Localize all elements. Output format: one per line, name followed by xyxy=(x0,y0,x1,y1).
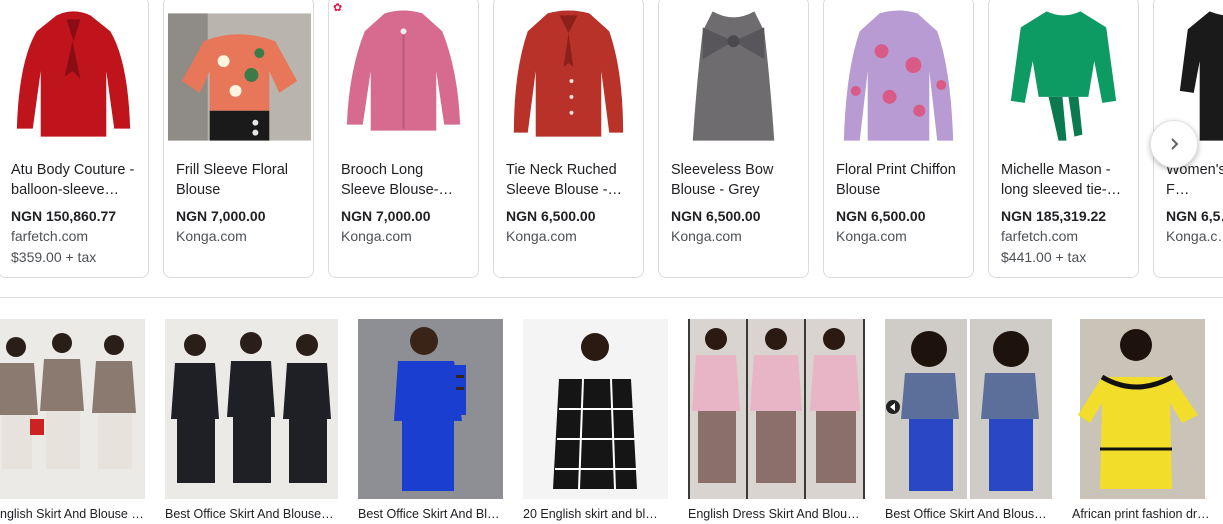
image-caption[interactable]: nglish Skirt And Blouse St… xyxy=(0,507,145,521)
product-title[interactable]: Michelle Mason - long sleeved tie-… xyxy=(1001,160,1128,200)
product-price: NGN 6,500.00 xyxy=(506,208,596,224)
product-card[interactable]: Floral Print Chiffon Blouse NGN 6,500.00… xyxy=(823,0,974,278)
heart-icon: ✿ xyxy=(333,2,343,14)
product-price: NGN 7,000.00 xyxy=(341,208,431,224)
product-image[interactable] xyxy=(494,1,643,151)
image-caption[interactable]: 20 English skirt and bl… xyxy=(523,507,668,521)
product-title[interactable]: Brooch Long Sleeve Blouse- Pink xyxy=(341,160,468,200)
product-image[interactable] xyxy=(0,1,148,151)
shopping-carousel: Atu Body Couture - balloon-sleeve… NGN 1… xyxy=(0,0,1223,280)
product-card[interactable]: Tie Neck Ruched Sleeve Blouse -… NGN 6,5… xyxy=(493,0,644,278)
product-seller: farfetch.com xyxy=(1001,228,1079,244)
product-title[interactable]: Frill Sleeve Floral Blouse xyxy=(176,160,303,200)
image-caption[interactable]: African print fashion dr… xyxy=(1072,507,1223,521)
product-card[interactable]: Michelle Mason - long sleeved tie-… NGN … xyxy=(988,0,1139,278)
product-image[interactable] xyxy=(329,1,478,151)
product-card[interactable]: Atu Body Couture - balloon-sleeve… NGN 1… xyxy=(0,0,149,278)
product-price-note: $441.00 + tax xyxy=(1001,249,1087,265)
product-seller: Konga.com xyxy=(836,228,907,244)
section-divider xyxy=(0,297,1223,298)
product-seller: Konga.com xyxy=(341,228,412,244)
image-caption[interactable]: Best Office Skirt And Blouse… xyxy=(165,507,338,521)
product-card[interactable]: ✿ Brooch Long Sleeve Blouse- Pink NGN 7,… xyxy=(328,0,479,278)
image-caption[interactable]: Best Office Skirt And Bl… xyxy=(358,507,503,521)
product-title[interactable]: Floral Print Chiffon Blouse xyxy=(836,160,963,200)
product-price: NGN 6,500.00 xyxy=(671,208,761,224)
product-seller: Konga.com xyxy=(506,228,577,244)
product-image[interactable] xyxy=(824,1,973,151)
product-seller: farfetch.com xyxy=(11,228,89,244)
product-price: NGN 6,500.00 xyxy=(836,208,926,224)
chevron-right-icon xyxy=(1171,138,1179,150)
product-seller: Konga.com xyxy=(671,228,742,244)
product-card[interactable]: Frill Sleeve Floral Blouse NGN 7,000.00 … xyxy=(163,0,314,278)
product-seller: Konga.com xyxy=(176,228,247,244)
product-price-note: $359.00 + tax xyxy=(11,249,97,265)
image-caption[interactable]: English Dress Skirt And Blou… xyxy=(688,507,865,521)
product-title[interactable]: Sleeveless Bow Blouse - Grey xyxy=(671,160,798,200)
product-image[interactable] xyxy=(659,1,808,151)
product-title[interactable]: Tie Neck Ruched Sleeve Blouse -… xyxy=(506,160,633,200)
product-image[interactable] xyxy=(164,1,313,151)
product-price: NGN 6,5… xyxy=(1166,208,1223,224)
image-caption[interactable]: Best Office Skirt And Blous… xyxy=(885,507,1052,521)
carousel-next-button[interactable] xyxy=(1150,120,1198,168)
product-card[interactable]: Sleeveless Bow Blouse - Grey NGN 6,500.0… xyxy=(658,0,809,278)
product-image[interactable] xyxy=(989,1,1138,151)
product-price: NGN 185,319.22 xyxy=(1001,208,1107,224)
product-title[interactable]: Atu Body Couture - balloon-sleeve… xyxy=(11,160,138,200)
product-price: NGN 150,860.77 xyxy=(11,208,117,224)
image-results-row: nglish Skirt And Blouse St… Best Office … xyxy=(0,300,1223,524)
product-price: NGN 7,000.00 xyxy=(176,208,266,224)
product-seller: Konga.c… xyxy=(1166,228,1223,244)
